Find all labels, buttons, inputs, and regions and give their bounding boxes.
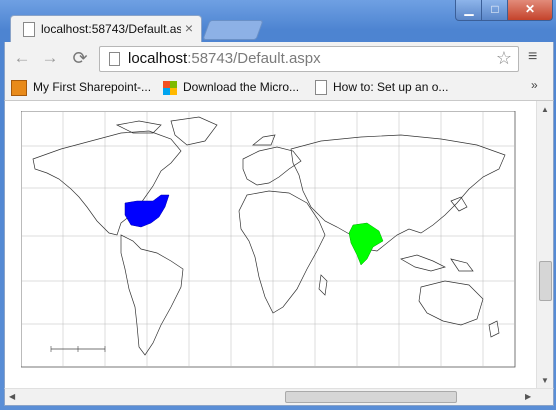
page-icon (315, 80, 327, 96)
forward-arrow-icon[interactable]: → (39, 47, 61, 69)
bookmark-star-icon[interactable]: ☆ (496, 48, 512, 69)
sharepoint-icon (11, 79, 27, 96)
vertical-scroll-thumb[interactable] (539, 261, 552, 301)
close-window-button[interactable]: ✕ (507, 0, 553, 21)
page-content: ▲ ▼ (4, 101, 554, 388)
address-bar[interactable]: localhost:58743/Default.aspx ☆ (99, 46, 519, 72)
url-text[interactable]: localhost:58743/Default.aspx (128, 50, 321, 67)
world-map (21, 111, 516, 368)
back-arrow-icon[interactable]: ← (11, 47, 33, 69)
reload-icon[interactable]: ⟳ (69, 47, 91, 69)
new-tab-button[interactable] (202, 20, 264, 40)
scroll-right-icon[interactable]: ▶ (525, 392, 531, 401)
horizontal-scroll-thumb[interactable] (285, 391, 457, 403)
vertical-scrollbar[interactable]: ▲ ▼ (536, 101, 553, 388)
page-icon (109, 52, 120, 66)
page-icon (23, 22, 35, 37)
bookmark-item[interactable]: Download the Micro... (163, 78, 299, 96)
microsoft-logo-icon (163, 80, 177, 95)
minimize-button[interactable]: ▁ (455, 0, 483, 21)
horizontal-scrollbar[interactable]: ◀ ▶ (4, 388, 554, 406)
scroll-down-icon[interactable]: ▼ (541, 376, 549, 385)
bookmarks-bar: My First Sharepoint-... Download the Mic… (4, 74, 554, 101)
tab-title: localhost:58743/Default.aspx (41, 22, 181, 36)
browser-tab[interactable]: localhost:58743/Default.aspx × (10, 15, 202, 43)
menu-icon[interactable]: ≡ (528, 48, 537, 66)
scroll-up-icon[interactable]: ▲ (541, 105, 549, 114)
close-tab-icon[interactable]: × (185, 20, 193, 36)
bookmark-item[interactable]: How to: Set up an o... (315, 78, 448, 96)
more-bookmarks-button[interactable]: » (531, 78, 538, 92)
bookmark-item[interactable]: My First Sharepoint-... (11, 78, 151, 96)
scroll-left-icon[interactable]: ◀ (9, 392, 15, 401)
maximize-button[interactable]: □ (481, 0, 509, 21)
toolbar: ← → ⟳ localhost:58743/Default.aspx ☆ ≡ (4, 42, 554, 74)
